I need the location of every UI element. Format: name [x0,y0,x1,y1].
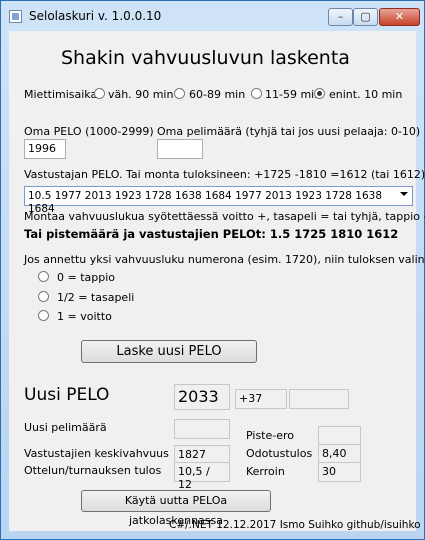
radio-result-loss-label[interactable]: 0 = tappio [57,271,115,284]
avg-strength-label: Vastustajien keskivahvuus [24,447,169,460]
single-result-label: Jos annettu yksi vahvuusluku numerona (e… [24,253,425,266]
window-title: Selolaskuri v. 1.0.0.10 [29,9,162,23]
radio-time-60-89-label[interactable]: 60-89 min [189,88,245,101]
radio-result-win[interactable] [38,310,49,321]
pelo-change-value: +37 [235,389,287,409]
factor-value: 30 [318,462,361,482]
reuse-pelo-button[interactable]: Käytä uutta PELOa jatkolaskennassa [81,490,271,527]
new-games-value [174,419,230,439]
radio-time-60-89[interactable] [174,88,185,99]
new-games-label: Uusi pelimäärä [24,421,107,434]
expected-score-label: Odotustulos [246,447,313,460]
radio-result-draw[interactable] [38,291,49,302]
app-icon [9,10,22,23]
match-result-label: Ottelun/turnauksen tulos [24,464,162,477]
close-button[interactable]: ✕ [379,8,420,26]
calculate-button[interactable]: Laske uusi PELO [81,340,257,363]
expected-score-value: 8,40 [318,444,361,464]
time-control-label: Miettimisaika: [24,88,101,101]
radio-time-10-label[interactable]: enint. 10 min [329,88,402,101]
radio-time-11-59[interactable] [251,88,262,99]
own-games-input[interactable] [157,139,203,159]
point-diff-label: Piste-ero [246,429,295,442]
radio-time-10[interactable] [314,88,325,99]
maximize-button[interactable]: ▢ [353,8,378,26]
close-icon: ✕ [394,10,405,23]
point-diff-value [318,426,361,446]
own-pelo-input[interactable]: 1996 [24,139,66,159]
radio-time-11-59-label[interactable]: 11-59 min [265,88,321,101]
opponents-example-text: Tai pistemäärä ja vastustajien PELOt: 1.… [24,227,399,241]
chevron-down-icon[interactable] [400,192,408,196]
match-result-value: 10,5 / 12 [174,462,230,491]
new-pelo-label: Uusi PELO [24,385,110,405]
own-games-label: Oma pelimäärä (tyhjä tai jos uusi pelaaj… [157,125,421,138]
minimize-icon: – [337,10,344,23]
radio-result-win-label[interactable]: 1 = voitto [57,310,112,323]
radio-time-90[interactable] [94,88,105,99]
maximize-icon: ▢ [360,10,371,23]
radio-time-90-label[interactable]: väh. 90 min [108,88,173,101]
extra-result-box [289,389,349,409]
footer-credit: C#/.NET 12.12.2017 Ismo Suihko github/is… [169,519,421,531]
title-bar: Selolaskuri v. 1.0.0.10 – ▢ ✕ [1,1,424,31]
app-window: Selolaskuri v. 1.0.0.10 – ▢ ✕ Shakin vah… [0,0,425,540]
page-title: Shakin vahvuusluvun laskenta [61,47,350,69]
opponents-label: Vastustajan PELO. Tai monta tuloksineen:… [24,168,425,181]
factor-label: Kerroin [246,465,285,478]
opponents-help-text: Montaa vahvuuslukua syötettäessä voitto … [24,210,425,223]
minimize-button[interactable]: – [328,8,353,26]
own-pelo-label: Oma PELO (1000-2999) [24,125,154,138]
opponents-combobox[interactable]: 10.5 1977 2013 1923 1728 1638 1684 1977 … [24,186,413,215]
radio-result-loss[interactable] [38,271,49,282]
radio-result-draw-label[interactable]: 1/2 = tasapeli [57,291,134,304]
new-pelo-value: 2033 [174,384,230,410]
form-client-area: Shakin vahvuusluvun laskenta Miettimisai… [9,31,425,531]
